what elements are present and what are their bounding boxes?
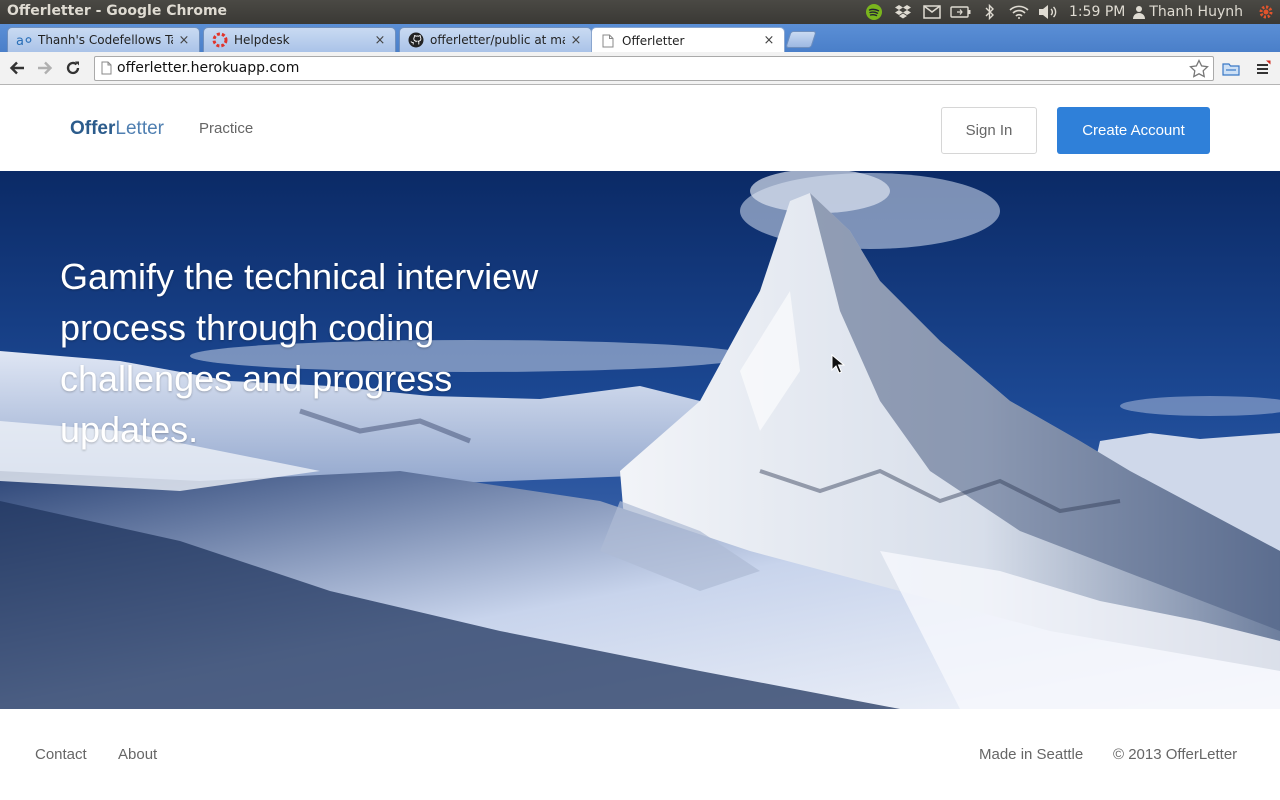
- url-text[interactable]: offerletter.herokuapp.com: [117, 60, 299, 76]
- footer-copyright: © 2013 OfferLetter: [1113, 746, 1238, 763]
- wifi-icon[interactable]: [1005, 0, 1034, 24]
- chrome-menu-button[interactable]: [1252, 57, 1274, 79]
- bluetooth-icon[interactable]: [976, 0, 1005, 24]
- spotify-icon[interactable]: [860, 0, 889, 24]
- footer-about-link[interactable]: About: [118, 746, 157, 763]
- svg-text:a: a: [16, 34, 24, 47]
- system-tray: 1:59 PM Thanh Huynh: [860, 0, 1280, 24]
- footer-made-in: Made in Seattle: [979, 746, 1084, 763]
- hero-headline: Gamify the technical interview process t…: [60, 256, 539, 450]
- tab-label: Thanh's Codefellows Task: [38, 33, 173, 47]
- reload-icon: [66, 61, 80, 75]
- user-icon: [1133, 6, 1146, 19]
- tab-label: Offerletter: [622, 33, 685, 48]
- create-account-button[interactable]: Create Account: [1057, 107, 1210, 154]
- tab-helpdesk[interactable]: Helpdesk ×: [203, 27, 396, 52]
- menu-icon: [1257, 60, 1271, 74]
- asana-icon: a: [16, 32, 32, 48]
- site-footer: Contact About Made in Seattle © 2013 Off…: [0, 709, 1280, 800]
- tab-close-icon[interactable]: ×: [373, 33, 387, 48]
- dropbox-icon[interactable]: [889, 0, 918, 24]
- power-gear-icon[interactable]: [1251, 0, 1280, 24]
- browser-toolbar: offerletter.herokuapp.com: [0, 52, 1280, 85]
- brand-part-offer: Offer: [70, 118, 116, 139]
- back-button[interactable]: [6, 57, 28, 79]
- new-tab-button[interactable]: [785, 31, 817, 48]
- extension-button[interactable]: [1220, 57, 1242, 79]
- tab-offerletter[interactable]: Offerletter ×: [591, 27, 785, 53]
- web-page: OfferLetter Practice Sign In Create Acco…: [0, 86, 1280, 800]
- helpdesk-icon: [212, 32, 228, 48]
- address-bar[interactable]: offerletter.herokuapp.com: [94, 56, 1214, 81]
- os-top-bar: Offerletter - Google Chrome 1:59 PM Than…: [0, 0, 1280, 24]
- user-menu[interactable]: Thanh Huynh: [1133, 4, 1251, 20]
- tab-label: offerletter/public at mast: [430, 33, 565, 47]
- page-icon: [101, 61, 112, 75]
- site-header: OfferLetter Practice Sign In Create Acco…: [0, 86, 1280, 171]
- clock[interactable]: 1:59 PM: [1063, 4, 1133, 20]
- volume-icon[interactable]: [1034, 0, 1063, 24]
- user-name: Thanh Huynh: [1149, 4, 1243, 20]
- battery-icon[interactable]: [947, 0, 976, 24]
- back-arrow-icon: [9, 61, 24, 75]
- mouse-cursor-icon: [831, 354, 845, 374]
- tab-close-icon[interactable]: ×: [177, 33, 191, 48]
- forward-button[interactable]: [34, 57, 56, 79]
- bookmark-star-icon[interactable]: [1189, 59, 1209, 78]
- nav-practice-link[interactable]: Practice: [199, 120, 253, 137]
- hero-banner: Gamify the technical interview process t…: [0, 171, 1280, 709]
- footer-contact-link[interactable]: Contact: [35, 746, 87, 763]
- mail-icon[interactable]: [918, 0, 947, 24]
- forward-arrow-icon: [38, 61, 53, 75]
- tab-close-icon[interactable]: ×: [762, 33, 776, 48]
- page-icon: [600, 33, 616, 49]
- brand-part-letter: Letter: [115, 118, 164, 139]
- tab-label: Helpdesk: [234, 33, 290, 47]
- reload-button[interactable]: [62, 57, 84, 79]
- folder-extension-icon: [1222, 62, 1240, 76]
- sign-in-button[interactable]: Sign In: [941, 107, 1037, 154]
- tab-close-icon[interactable]: ×: [569, 33, 583, 48]
- tab-strip: a Thanh's Codefellows Task × Helpdesk × …: [0, 24, 1280, 53]
- tab-github[interactable]: offerletter/public at mast ×: [399, 27, 592, 52]
- github-icon: [408, 32, 424, 48]
- brand-logo[interactable]: OfferLetter: [70, 118, 164, 140]
- window-title: Offerletter - Google Chrome: [7, 3, 228, 19]
- tab-codefellows[interactable]: a Thanh's Codefellows Task ×: [7, 27, 200, 52]
